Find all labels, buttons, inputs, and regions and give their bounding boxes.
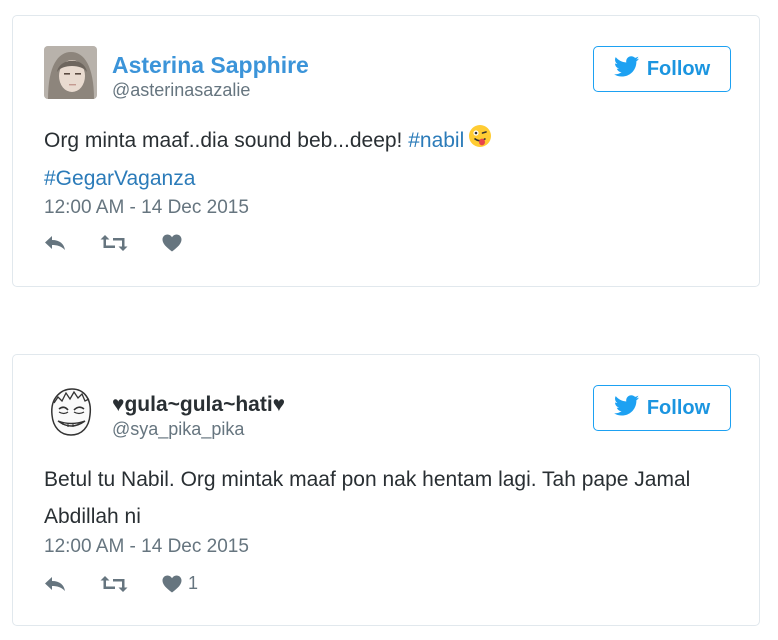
avatar[interactable] [44,46,97,99]
retweet-button[interactable] [100,234,128,252]
like-count: 1 [188,573,199,593]
follow-button[interactable]: Follow [593,46,731,92]
heart-icon [162,575,182,593]
retweet-button[interactable] [100,575,128,593]
follow-label: Follow [646,396,711,419]
tweet-text: Betul tu Nabil. Org mintak maaf pon nak … [44,468,691,528]
retweet-icon [100,234,128,252]
follow-button[interactable]: Follow [593,385,731,431]
hashtag-link[interactable]: #nabil [408,129,464,152]
tweet-card: Asterina Sapphire @asterinasazalie Follo… [12,15,760,287]
tweet-text: Org minta maaf..dia sound beb...deep! #n… [44,122,724,197]
reply-button[interactable] [44,235,66,251]
like-button[interactable]: 1 [162,573,198,594]
reply-icon [44,576,66,592]
twitter-bird-icon [613,55,639,83]
tweet-actions: 1 [44,573,232,594]
tweet-actions [44,234,222,252]
reply-button[interactable] [44,576,66,592]
reply-icon [44,235,66,251]
user-handle[interactable]: @asterinasazalie [112,80,250,101]
user-handle[interactable]: @sya_pika_pika [112,419,244,440]
display-name[interactable]: Asterina Sapphire [112,52,309,79]
follow-label: Follow [646,57,711,80]
like-button[interactable] [162,234,188,252]
heart-icon [162,234,182,252]
winking-face-with-tongue-emoji-icon [468,123,492,160]
timestamp[interactable]: 12:00 AM - 14 Dec 2015 [44,536,249,558]
timestamp[interactable]: 12:00 AM - 14 Dec 2015 [44,197,249,219]
avatar[interactable] [44,385,97,438]
display-name[interactable]: ♥gula~gula~hati♥ [112,393,285,417]
tweet-text-body: Org minta maaf..dia sound beb...deep! [44,129,409,152]
retweet-icon [100,575,128,593]
hashtag-link[interactable]: #GegarVaganza [44,167,195,190]
twitter-bird-icon [613,394,639,422]
tweet-card: ♥gula~gula~hati♥ @sya_pika_pika Follow B… [12,354,760,626]
